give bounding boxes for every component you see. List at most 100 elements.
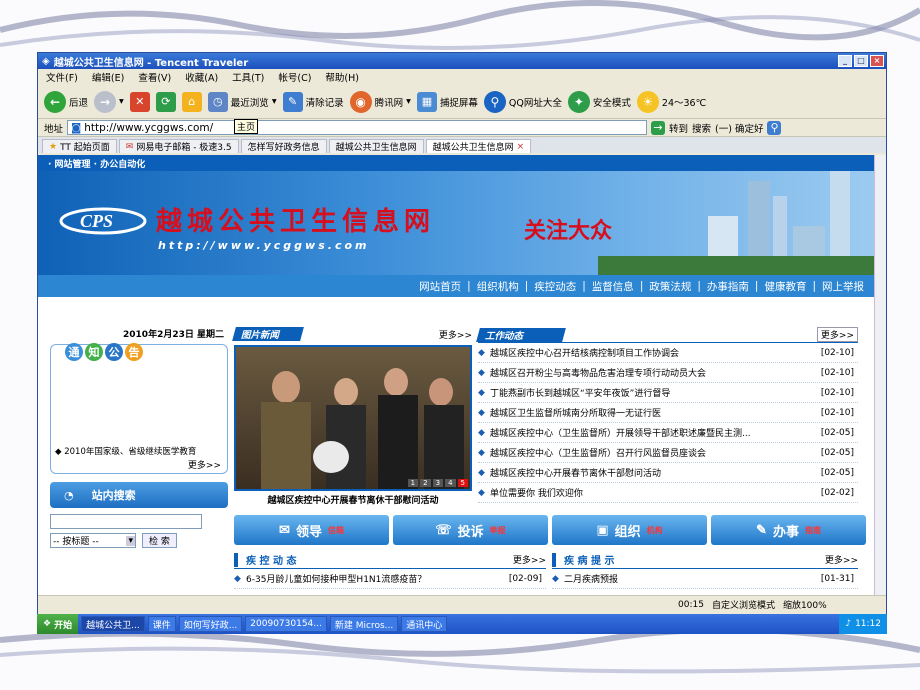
- menu-tools[interactable]: 工具(T): [232, 70, 264, 84]
- tab-close-icon[interactable]: ×: [517, 142, 525, 152]
- search-engine-select[interactable]: (一) 确定好: [715, 121, 763, 135]
- site-search-button[interactable]: 检 索: [142, 533, 177, 548]
- site-url: http://www.ycggws.com: [158, 239, 370, 252]
- photo-page-2[interactable]: 2: [420, 479, 431, 487]
- close-button[interactable]: ×: [870, 55, 884, 67]
- magnifier-icon: ⚲: [483, 90, 506, 113]
- forward-button[interactable]: → ▾: [94, 90, 124, 113]
- photo-page-5[interactable]: 5: [457, 479, 468, 487]
- photo-news-panel: 图片新闻 更多>> 1 2 3 4 5 越城区疾控中心开展春节离休干部慰问活动: [232, 327, 472, 506]
- work-news-more-link[interactable]: 更多>>: [816, 327, 858, 342]
- list-item[interactable]: ◆ 二月疾病预报 [01-31]: [552, 569, 858, 589]
- taskbar-item-doc[interactable]: 如何写好政...: [178, 616, 243, 632]
- nav-report[interactable]: 网上举报: [822, 279, 864, 294]
- zoom-control[interactable]: 缩放100%: [783, 598, 827, 611]
- service-guide-button[interactable]: ✎ 办事 指南: [711, 515, 866, 545]
- safe-mode-button[interactable]: ✦ 安全模式: [567, 90, 631, 113]
- browse-mode-select[interactable]: 自定义浏览模式: [712, 598, 775, 611]
- tab-site-active[interactable]: 越城公共卫生信息网 ×: [425, 139, 532, 153]
- tab-gov-info[interactable]: 怎样写好政务信息: [240, 139, 327, 153]
- nav-supervision[interactable]: 监督信息: [592, 279, 634, 294]
- search-label: 搜索: [692, 123, 712, 135]
- list-item[interactable]: ◆ 单位需要你 我们欢迎你 [02-02]: [478, 483, 858, 503]
- screen-capture-button[interactable]: ▦ 捕捉屏幕: [416, 91, 478, 112]
- go-icon[interactable]: →: [651, 120, 666, 135]
- hint-more-link[interactable]: 更多>>: [825, 553, 858, 566]
- tab-site-1[interactable]: 越城公共卫生信息网: [328, 139, 424, 153]
- home-tooltip: 主页: [234, 119, 259, 134]
- window-title: 越城公共卫生信息网 - Tencent Traveler: [53, 57, 249, 69]
- notice-item[interactable]: ◆ 2010年国家级、省级继续医学教育: [55, 445, 223, 457]
- go-label[interactable]: 转到: [669, 121, 688, 135]
- menu-edit[interactable]: 编辑(E): [92, 70, 124, 84]
- list-item[interactable]: ◆ 越城区疾控中心开展春节离休干部慰问活动 [02-05]: [478, 463, 858, 483]
- organization-button[interactable]: ▣ 组织 机构: [552, 515, 707, 545]
- menu-view[interactable]: 查看(V): [138, 70, 171, 84]
- work-news-title: 工作动态: [476, 327, 566, 342]
- org-chart-icon: ▣: [596, 522, 609, 538]
- toolbar: ← 后退 → ▾ ✕ ⟳ ⌂ ◷ 最近浏览 ▾ ✎ 清除记录 ◉ 腾讯网 ▾ ▦ 捕捉屏幕 ⚲ Q…: [38, 85, 886, 119]
- nav-home[interactable]: 网站首页: [419, 279, 461, 294]
- taskbar-item-word[interactable]: 新建 Micros...: [329, 616, 399, 632]
- clear-history-button[interactable]: ✎ 清除记录: [282, 91, 344, 112]
- search-icon[interactable]: ⚲: [767, 120, 782, 135]
- leader-mailbox-button[interactable]: ✉ 领导 信箱: [234, 515, 389, 545]
- news-photo[interactable]: 1 2 3 4 5: [234, 345, 472, 491]
- photo-pager: 1 2 3 4 5: [407, 479, 468, 487]
- complaint-report-button[interactable]: ☏ 投诉 举报: [393, 515, 548, 545]
- nav-disease-control[interactable]: 疾控动态: [534, 279, 576, 294]
- list-item[interactable]: ◆ 丁能燕副市长到越城区“平安年夜饭”进行督导 [02-10]: [478, 383, 858, 403]
- back-button[interactable]: ← 后退: [44, 90, 88, 113]
- photo-news-more-link[interactable]: 更多>>: [439, 328, 472, 341]
- menu-favorites[interactable]: 收藏(A): [185, 70, 218, 84]
- list-item[interactable]: ◆ 越城区疾控中心（卫生监督所）召开行风监督员座谈会 [02-05]: [478, 443, 858, 463]
- site-top-nav[interactable]: · 网站管理 · 办公自动化: [38, 155, 874, 171]
- photo-page-3[interactable]: 3: [432, 479, 444, 487]
- menu-help[interactable]: 帮助(H): [325, 70, 359, 84]
- taskbar-item-messenger[interactable]: 通讯中心: [401, 616, 448, 632]
- recent-button[interactable]: ◷ 最近浏览 ▾: [207, 91, 277, 112]
- nav-guide[interactable]: 办事指南: [707, 279, 749, 294]
- speaker-icon[interactable]: ♪: [845, 619, 851, 629]
- tab-netease-mail[interactable]: ✉ 网易电子邮箱 - 极速3.5: [118, 139, 239, 153]
- search-field-select[interactable]: -- 按标题 -- ▾: [50, 533, 136, 548]
- weather-widget[interactable]: ☀ 24～36℃: [636, 90, 706, 113]
- list-item[interactable]: ◆ 越城区疾控中心召开结核病控制项目工作协调会 [02-10]: [478, 343, 858, 363]
- list-item[interactable]: ◆ 6-35月龄儿童如何接种甲型H1N1流感疫苗？ [02-09]: [234, 569, 546, 589]
- taskbar-item-ppt[interactable]: 20090730154...: [245, 616, 327, 632]
- menu-file[interactable]: 文件(F): [46, 70, 78, 84]
- windows-logo-icon: ❖: [43, 619, 52, 629]
- photo-page-1[interactable]: 1: [407, 479, 419, 487]
- taskbar-item-courseware[interactable]: 课件: [147, 616, 176, 632]
- date-label: 2010年2月23日 星期二: [123, 330, 224, 340]
- refresh-icon[interactable]: ⟳: [155, 91, 176, 112]
- photo-page-4[interactable]: 4: [445, 479, 456, 487]
- nav-policy[interactable]: 政策法规: [649, 279, 691, 294]
- photo-caption[interactable]: 越城区疾控中心开展春节离休干部慰问活动: [234, 493, 472, 506]
- vertical-scrollbar[interactable]: [874, 155, 886, 595]
- taskbar: ❖ 开始 越城公共卫... 课件 如何写好政... 20090730154... …: [37, 614, 887, 634]
- nav-health-education[interactable]: 健康教育: [764, 279, 806, 294]
- taskbar-item-browser[interactable]: 越城公共卫...: [81, 616, 145, 632]
- minimize-button[interactable]: _: [838, 55, 852, 67]
- list-item[interactable]: ◆ 越城区召开粉尘与高毒物品危害治理专项行动动员大会 [02-10]: [478, 363, 858, 383]
- disease-more-link[interactable]: 更多>>: [513, 553, 546, 566]
- pen-icon: ✉: [279, 522, 290, 538]
- list-item[interactable]: ◆ 越城区卫生监督所城南分所取得一无证行医 [02-10]: [478, 403, 858, 423]
- menu-bar: 文件(F) 编辑(E) 查看(V) 收藏(A) 工具(T) 帐号(C) 帮助(H…: [38, 69, 886, 85]
- tencent-button[interactable]: ◉ 腾讯网 ▾: [349, 90, 411, 113]
- home-icon[interactable]: ⌂: [181, 91, 202, 112]
- stop-icon[interactable]: ✕: [129, 91, 150, 112]
- maximize-button[interactable]: □: [854, 55, 868, 67]
- menu-account[interactable]: 帐号(C): [278, 70, 311, 84]
- start-button[interactable]: ❖ 开始: [37, 614, 79, 634]
- disease-hint-title: 疾 病 提 示: [564, 556, 615, 567]
- site-slogan: 关注大众: [524, 218, 613, 244]
- list-item[interactable]: ◆ 越城区疾控中心（卫生监督所）开展领导干部述职述廉暨民主测... [02-05]: [478, 423, 858, 443]
- site-search-input[interactable]: [50, 514, 202, 529]
- qq-nav-button[interactable]: ⚲ QQ网址大全: [483, 90, 562, 113]
- nav-organization[interactable]: 组织机构: [477, 279, 519, 294]
- url-field[interactable]: ◙ http://www.ycggws.com/: [67, 120, 648, 135]
- notice-more-link[interactable]: 更多>>: [188, 458, 221, 471]
- tab-start-page[interactable]: ★ TT 起始页面: [42, 139, 117, 153]
